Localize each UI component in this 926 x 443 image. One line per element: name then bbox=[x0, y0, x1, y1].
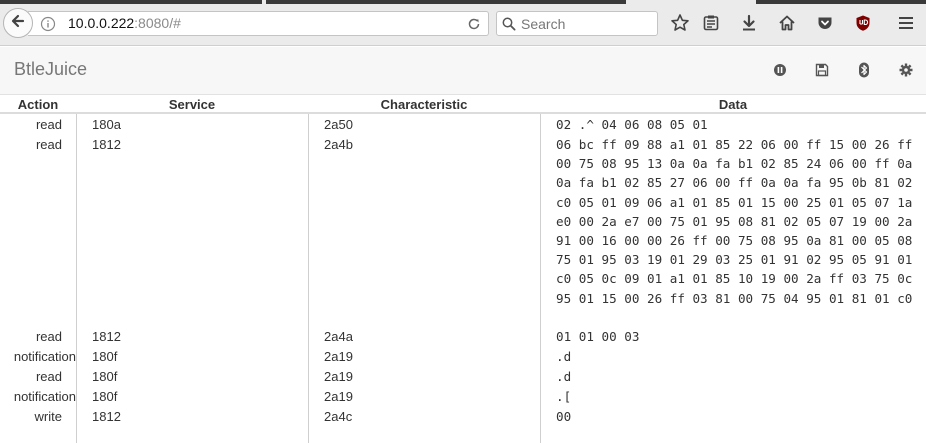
cell-data: 02 .^ 04 06 08 05 01 bbox=[556, 117, 708, 132]
back-arrow-icon bbox=[9, 12, 27, 35]
url-path: :8080/# bbox=[134, 15, 181, 31]
cell-characteristic: 2a50 bbox=[324, 117, 353, 132]
pocket-icon[interactable] bbox=[814, 12, 836, 34]
cell-data: 01 01 00 03 bbox=[556, 329, 640, 344]
cell-action: read bbox=[35, 137, 62, 152]
tab-strip bbox=[0, 0, 262, 4]
cell-action: read bbox=[35, 329, 62, 344]
cell-action: notification bbox=[13, 349, 76, 364]
pause-icon[interactable] bbox=[772, 62, 788, 78]
cell-characteristic: 2a4a bbox=[324, 329, 353, 344]
table-row[interactable]: read 180f 2a19 .d bbox=[0, 367, 926, 387]
download-icon[interactable] bbox=[738, 12, 760, 34]
search-icon bbox=[502, 12, 516, 35]
column-header-data: Data bbox=[718, 97, 748, 112]
cell-service: 180f bbox=[92, 369, 118, 384]
search-input[interactable] bbox=[519, 13, 653, 35]
home-icon[interactable] bbox=[776, 12, 798, 34]
cell-data: 06 bc ff 09 88 a1 01 85 22 06 00 ff 15 0… bbox=[556, 137, 920, 306]
save-icon[interactable] bbox=[814, 62, 830, 78]
table-row[interactable]: read 1812 2a4b 06 bc ff 09 88 a1 01 85 2… bbox=[0, 135, 926, 327]
reload-icon[interactable] bbox=[466, 12, 482, 35]
column-header-service: Service bbox=[168, 97, 216, 112]
cell-service: 180f bbox=[92, 389, 118, 404]
info-icon[interactable] bbox=[40, 12, 56, 35]
cell-action: read bbox=[35, 369, 62, 384]
cell-action: write bbox=[34, 409, 62, 424]
table-row[interactable]: read 180a 2a50 02 .^ 04 06 08 05 01 bbox=[0, 115, 926, 135]
back-button[interactable] bbox=[3, 8, 33, 38]
table-row[interactable]: read 1812 2a4a 01 01 00 03 bbox=[0, 327, 926, 347]
menu-icon[interactable] bbox=[895, 12, 917, 34]
cell-data: .d bbox=[556, 349, 572, 364]
url-host: 10.0.0.222 bbox=[68, 15, 135, 31]
cell-data: .[ bbox=[556, 389, 572, 404]
cell-service: 1812 bbox=[92, 329, 121, 344]
cell-action: read bbox=[35, 117, 62, 132]
table-row[interactable]: notification 180f 2a19 .[ bbox=[0, 387, 926, 407]
cell-characteristic: 2a19 bbox=[324, 369, 353, 384]
cell-service: 1812 bbox=[92, 137, 121, 152]
cell-data: 00 bbox=[556, 409, 572, 424]
search-box[interactable] bbox=[496, 11, 658, 36]
cell-service: 180f bbox=[92, 349, 118, 364]
cell-characteristic: 2a19 bbox=[324, 349, 353, 364]
table-row[interactable]: write 1812 2a4c 00 bbox=[0, 407, 926, 427]
gear-icon[interactable] bbox=[898, 62, 914, 78]
ublock-icon[interactable] bbox=[852, 12, 874, 34]
cell-service: 180a bbox=[92, 117, 121, 132]
reading-list-icon[interactable] bbox=[700, 12, 722, 34]
cell-characteristic: 2a4b bbox=[324, 137, 353, 152]
url-text[interactable]: 10.0.0.222:8080/# bbox=[68, 12, 181, 35]
url-bar[interactable]: 10.0.0.222:8080/# bbox=[28, 11, 489, 36]
tab-strip bbox=[266, 0, 626, 4]
table-body: read 180a 2a50 02 .^ 04 06 08 05 01 read… bbox=[0, 115, 926, 427]
app-brand[interactable]: BtleJuice bbox=[14, 59, 87, 80]
column-header-action: Action bbox=[17, 97, 59, 112]
bluetooth-icon[interactable] bbox=[856, 62, 872, 78]
cell-service: 1812 bbox=[92, 409, 121, 424]
app-header: BtleJuice bbox=[0, 47, 926, 95]
table-row[interactable]: notification 180f 2a19 .d bbox=[0, 347, 926, 367]
cell-characteristic: 2a19 bbox=[324, 389, 353, 404]
table-header: Action Service Characteristic Data bbox=[0, 96, 926, 114]
column-header-characteristic: Characteristic bbox=[380, 97, 468, 112]
cell-action: notification bbox=[13, 389, 76, 404]
cell-characteristic: 2a4c bbox=[324, 409, 353, 424]
tab-strip bbox=[756, 0, 926, 4]
browser-toolbar: 10.0.0.222:8080/# bbox=[0, 0, 926, 46]
cell-data: .d bbox=[556, 369, 572, 384]
star-icon[interactable] bbox=[669, 12, 691, 34]
